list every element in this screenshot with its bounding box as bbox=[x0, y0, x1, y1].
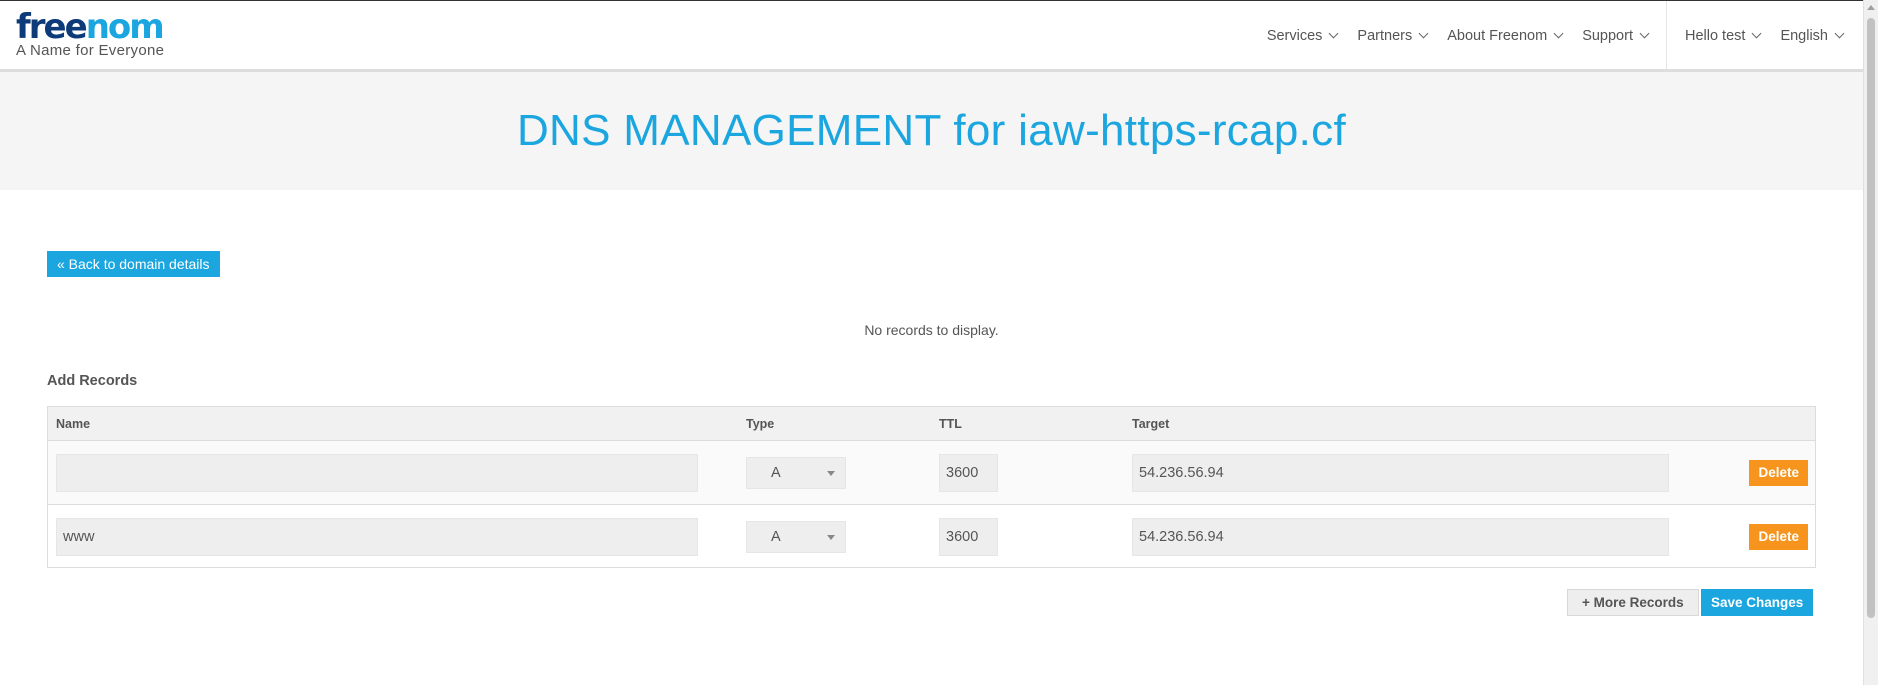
record-ttl-input[interactable]: 3600 bbox=[939, 454, 998, 492]
empty-records-message: No records to display. bbox=[864, 322, 999, 338]
scroll-up-arrow-icon[interactable] bbox=[1867, 5, 1875, 10]
chevron-down-icon bbox=[1639, 28, 1650, 39]
delete-record-button[interactable]: Delete bbox=[1749, 460, 1808, 486]
save-changes-button[interactable]: Save Changes bbox=[1701, 589, 1814, 616]
logo-tagline: A Name for Everyone bbox=[16, 42, 165, 59]
freenom-logo[interactable]: freenom A Name for Everyone bbox=[16, 7, 165, 59]
title-banner: DNS MANAGEMENT for iaw-https-rcap.cf bbox=[0, 72, 1863, 190]
back-to-domain-details-button[interactable]: « Back to domain details bbox=[47, 251, 220, 277]
caret-down-icon bbox=[827, 471, 835, 476]
chevron-down-icon bbox=[1751, 28, 1762, 39]
record-name-input[interactable]: www bbox=[56, 518, 698, 556]
column-header-target: Target bbox=[1132, 417, 1170, 431]
plus-icon: + bbox=[1582, 595, 1590, 610]
caret-down-icon bbox=[827, 535, 835, 540]
user-menu[interactable]: Hello test bbox=[1675, 28, 1770, 44]
record-name-input[interactable] bbox=[56, 454, 698, 492]
language-menu[interactable]: English bbox=[1770, 28, 1863, 44]
chevron-down-icon bbox=[1834, 28, 1845, 39]
more-records-button[interactable]: + More Records bbox=[1567, 589, 1699, 616]
vertical-scrollbar[interactable] bbox=[1863, 0, 1878, 685]
nav-about-freenom[interactable]: About Freenom bbox=[1437, 28, 1572, 44]
nav-services[interactable]: Services bbox=[1257, 28, 1348, 44]
chevron-down-icon bbox=[1418, 28, 1429, 39]
record-ttl-input[interactable]: 3600 bbox=[939, 518, 998, 556]
column-header-type: Type bbox=[746, 417, 775, 431]
page-title: DNS MANAGEMENT for iaw-https-rcap.cf bbox=[516, 106, 1347, 155]
nav-divider bbox=[1665, 1, 1667, 70]
chevron-down-icon bbox=[1328, 28, 1339, 39]
add-records-heading: Add Records bbox=[47, 373, 138, 389]
logo-wordmark: freenom bbox=[16, 7, 165, 47]
record-type-select[interactable]: A bbox=[746, 521, 846, 553]
nav-support[interactable]: Support bbox=[1572, 28, 1658, 44]
column-header-name: Name bbox=[56, 417, 91, 431]
table-header: Name Type TTL Target bbox=[48, 407, 1815, 441]
column-header-ttl: TTL bbox=[939, 417, 962, 431]
record-target-input[interactable]: 54.236.56.94 bbox=[1132, 454, 1669, 492]
nav-partners[interactable]: Partners bbox=[1347, 28, 1437, 44]
main-menu: Services Partners About Freenom Support … bbox=[1257, 1, 1863, 70]
record-target-input[interactable]: 54.236.56.94 bbox=[1132, 518, 1669, 556]
add-records-table: Name Type TTL Target A 3600 54.236.56.94… bbox=[47, 406, 1816, 568]
chevron-down-icon bbox=[1553, 28, 1564, 39]
table-row: www A 3600 54.236.56.94 Delete bbox=[48, 504, 1815, 567]
delete-record-button[interactable]: Delete bbox=[1749, 524, 1808, 550]
record-type-select[interactable]: A bbox=[746, 457, 846, 489]
top-navigation: freenom A Name for Everyone Services Par… bbox=[0, 0, 1863, 72]
table-row: A 3600 54.236.56.94 Delete bbox=[48, 441, 1815, 504]
scrollbar-thumb[interactable] bbox=[1867, 18, 1875, 618]
